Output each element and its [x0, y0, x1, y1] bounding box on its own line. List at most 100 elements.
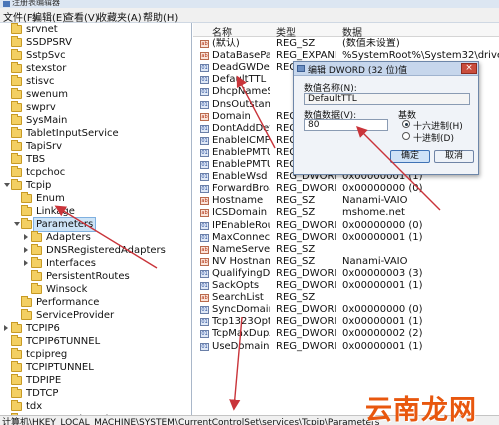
tree-item[interactable]: PersistentRoutes [0, 270, 191, 283]
expand-arrow-icon[interactable] [24, 260, 28, 266]
tree-item[interactable]: Tcpip [0, 179, 191, 192]
folder-icon [11, 153, 22, 164]
value-row[interactable]: ab NameServer REG_SZ [193, 244, 499, 256]
tree-item[interactable]: tcpchoc [0, 166, 191, 179]
hex-radio[interactable] [402, 120, 410, 128]
dialog-title-bar[interactable]: 编辑 DWORD (32 位)值 × [294, 62, 478, 76]
tree-item[interactable]: TCPIP6TUNNEL [0, 335, 191, 348]
folder-icon [21, 309, 32, 320]
value-data-input[interactable]: 80 [304, 119, 388, 131]
binary-value-icon: 01 [200, 282, 209, 290]
folder-icon [31, 283, 42, 294]
column-data-header[interactable]: 数据 [342, 24, 362, 39]
menu-edit[interactable]: 编辑(E) [32, 9, 66, 24]
value-name: IPEnableRouter [212, 219, 270, 231]
tree-item[interactable]: Adapters [0, 231, 191, 244]
string-value-icon: ab [200, 294, 209, 303]
folder-icon [21, 296, 32, 307]
tree-item[interactable]: TabletInputService [0, 127, 191, 140]
tree-item[interactable]: swenum [0, 88, 191, 101]
tree-item[interactable]: Winsock [0, 283, 191, 296]
tree-item[interactable]: tdx [0, 400, 191, 413]
expand-arrow-icon[interactable] [24, 234, 28, 240]
tree-item[interactable]: stisvc [0, 75, 191, 88]
value-type: REG_DWORD [276, 340, 336, 352]
tree-item[interactable]: SstpSvc [0, 49, 191, 62]
tree-item[interactable]: srvnet [0, 23, 191, 36]
tree-item-label: Parameters [32, 217, 97, 232]
value-row[interactable]: 01Tcp1323Opts REG_DWORD 0x00000001 (1) [193, 316, 499, 328]
tree-item[interactable]: SSDPSRV [0, 36, 191, 49]
tree-item-label: srvnet [26, 24, 58, 35]
tree-item-label: Enum [36, 193, 65, 204]
value-row[interactable]: 01QualifyingDesti... REG_DWORD 0x00000003 … [193, 268, 499, 280]
value-name: Domain [212, 110, 251, 122]
tree-item[interactable]: TCPIPTUNNEL [0, 361, 191, 374]
menu-favorites[interactable]: 收藏夹(A) [97, 9, 142, 24]
tree-item[interactable]: TDTCP [0, 387, 191, 400]
value-row[interactable]: abNV Hostname REG_SZ Nanami-VAIO [193, 256, 499, 268]
value-row[interactable]: ab (默认) REG_SZ (数值未设置) [193, 38, 499, 50]
value-type: REG_DWORD [276, 328, 336, 340]
tree-item-label: TCPIP6 [26, 323, 60, 334]
cancel-button[interactable]: 取消 [434, 150, 474, 163]
ok-button[interactable]: 确定 [390, 150, 430, 163]
collapse-arrow-icon[interactable] [4, 183, 10, 187]
tree-item[interactable]: DNSRegisteredAdapters [0, 244, 191, 257]
key-tree[interactable]: srvnet SSDPSRV SstpSvc stexstor stisvc swenum… [0, 23, 192, 415]
tree-item[interactable]: Interfaces [0, 257, 191, 270]
value-row[interactable]: 01TcpMaxDupAc... REG_DWORD 0x00000002 (2) [193, 328, 499, 340]
value-row[interactable]: 01SyncDomainWi... REG_DWORD 0x00000000 (0) [193, 304, 499, 316]
value-type: REG_SZ [276, 255, 316, 267]
value-type: REG_DWORD [276, 183, 336, 195]
tree-item[interactable]: swprv [0, 101, 191, 114]
value-type: REG_DWORD [276, 231, 336, 243]
value-row[interactable]: 01IPEnableRouter REG_DWORD 0x00000000 (0) [193, 220, 499, 232]
value-row[interactable]: ab Hostname REG_SZ Nanami-VAIO [193, 195, 499, 207]
binary-value-icon: 01 [200, 136, 209, 145]
tree-item[interactable]: Linkage [0, 205, 191, 218]
binary-value-icon: 01 [200, 88, 209, 97]
decimal-radio[interactable] [402, 132, 410, 140]
folder-icon [11, 166, 22, 177]
tree-item[interactable]: tcpipreg [0, 348, 191, 361]
tree-item[interactable]: TDPIPE [0, 374, 191, 387]
binary-value-icon: 01 [200, 100, 209, 109]
tree-item-label: SSDPSRV [26, 37, 73, 48]
expand-arrow-icon[interactable] [4, 325, 8, 331]
column-name-header[interactable]: 名称 [212, 24, 232, 39]
value-row[interactable]: 01 SackOpts REG_DWORD 0x00000001 (1) [193, 280, 499, 292]
tree-item[interactable]: stexstor [0, 62, 191, 75]
value-row[interactable]: ab SearchList REG_SZ [193, 292, 499, 304]
value-row[interactable]: ab ICSDomain REG_SZ mshome.net [193, 207, 499, 219]
value-row[interactable]: 01MaxConnectio... REG_DWORD 0x00000001 (1) [193, 232, 499, 244]
value-row[interactable]: 01UseDomainNa... REG_DWORD 0x00000001 (1) [193, 341, 499, 353]
tree-item[interactable]: Performance [0, 296, 191, 309]
value-row[interactable]: 01ForwardBroad... REG_DWORD 0x00000000 (0) [193, 183, 499, 195]
binary-value-icon: 01 [200, 233, 209, 242]
tree-item[interactable]: TCPIP6 [0, 322, 191, 335]
folder-icon [11, 140, 22, 151]
value-name: DeadGWDetec... [212, 62, 270, 74]
tree-item[interactable]: Enum [0, 192, 191, 205]
column-type-header[interactable]: 类型 [276, 24, 296, 39]
dialog-close-button[interactable]: × [461, 63, 477, 74]
value-name: EnableWsd [212, 171, 268, 183]
tree-item[interactable]: TBS [0, 153, 191, 166]
folder-icon [11, 36, 22, 47]
tree-item[interactable]: Parameters [0, 217, 191, 232]
tree-item[interactable]: SysMain [0, 114, 191, 127]
collapse-arrow-icon[interactable] [14, 222, 20, 226]
tree-item[interactable]: TapiSrv [0, 140, 191, 153]
string-value-icon: ab [200, 52, 209, 61]
menu-view[interactable]: 查看(V) [64, 9, 99, 24]
tree-item-label: TBS [26, 154, 46, 165]
value-data: 0x00000000 (0) [342, 304, 423, 316]
tree-item[interactable]: ServiceProvider [0, 309, 191, 322]
binary-value-icon: 01 [200, 306, 209, 315]
dialog-icon [297, 65, 305, 72]
value-name-field[interactable]: DefaultTTL [304, 93, 470, 105]
menu-help[interactable]: 帮助(H) [143, 9, 178, 24]
folder-icon [11, 23, 22, 34]
expand-arrow-icon[interactable] [24, 247, 28, 253]
